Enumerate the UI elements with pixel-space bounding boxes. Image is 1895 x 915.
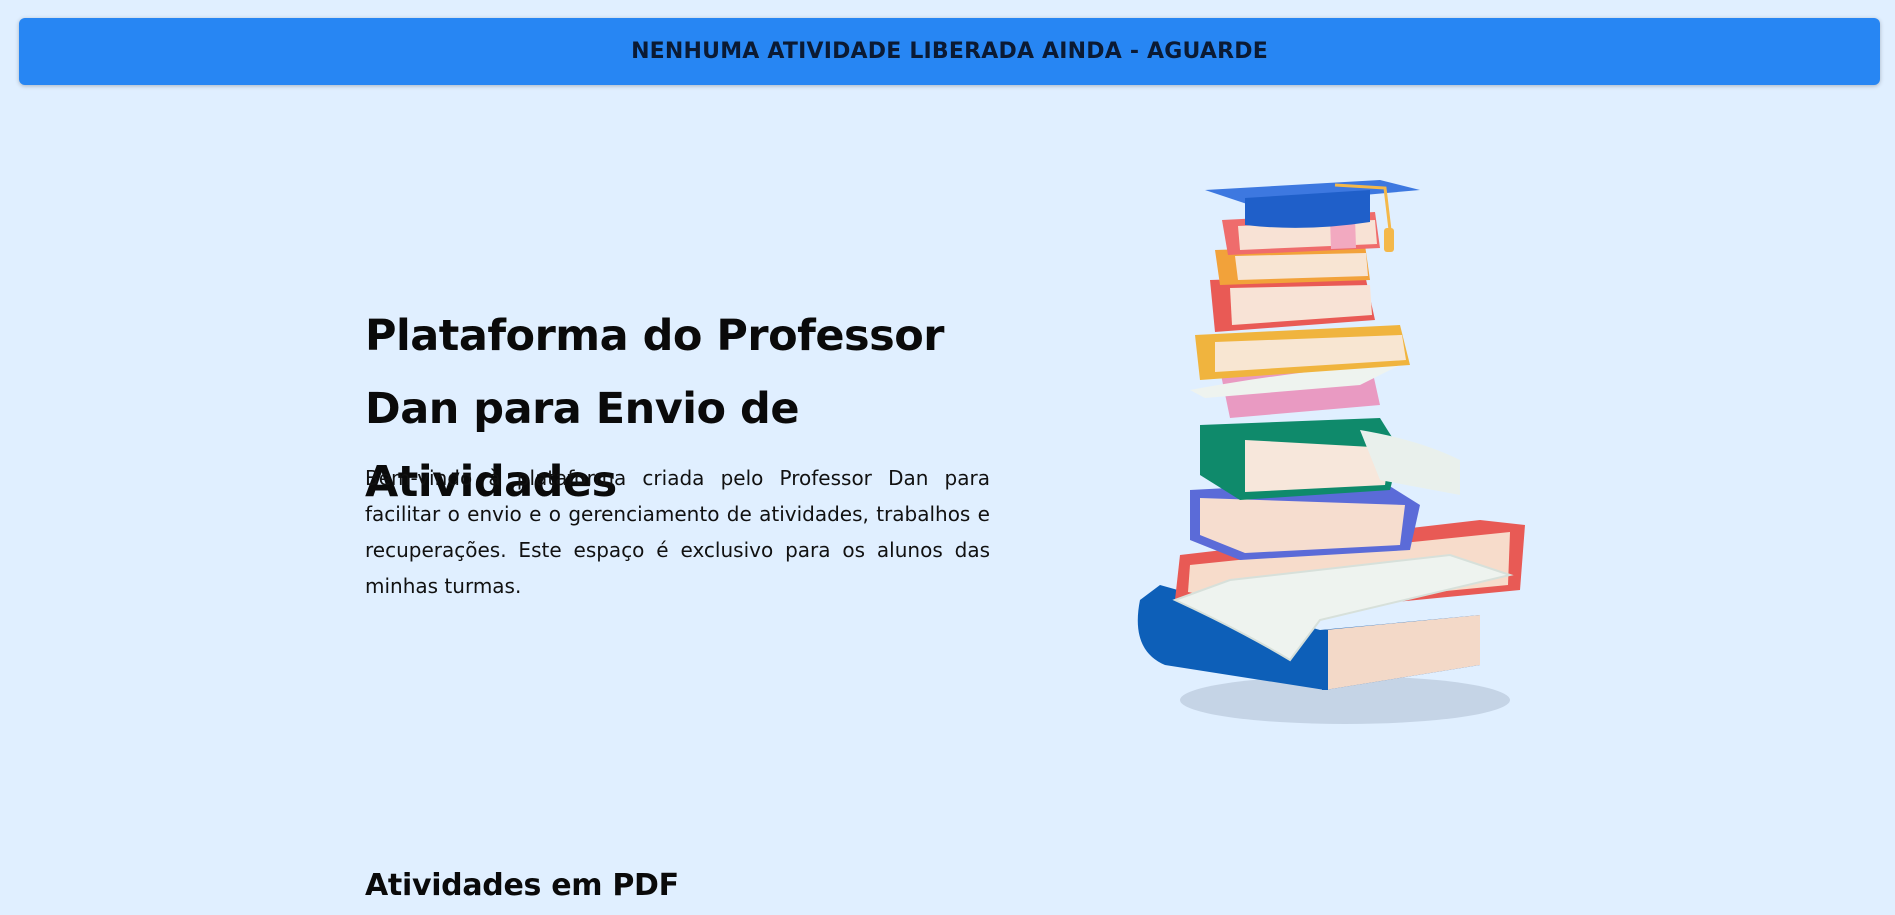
books-graduation-cap-icon — [1137, 180, 1525, 724]
notice-banner: NENHUMA ATIVIDADE LIBERADA AINDA - AGUAR… — [19, 18, 1880, 85]
pdf-activities-title: Atividades em PDF — [365, 868, 679, 903]
notice-banner-text: NENHUMA ATIVIDADE LIBERADA AINDA - AGUAR… — [631, 39, 1268, 64]
hero-description: Bem-vindo à plataforma criada pelo Profe… — [365, 466, 990, 598]
